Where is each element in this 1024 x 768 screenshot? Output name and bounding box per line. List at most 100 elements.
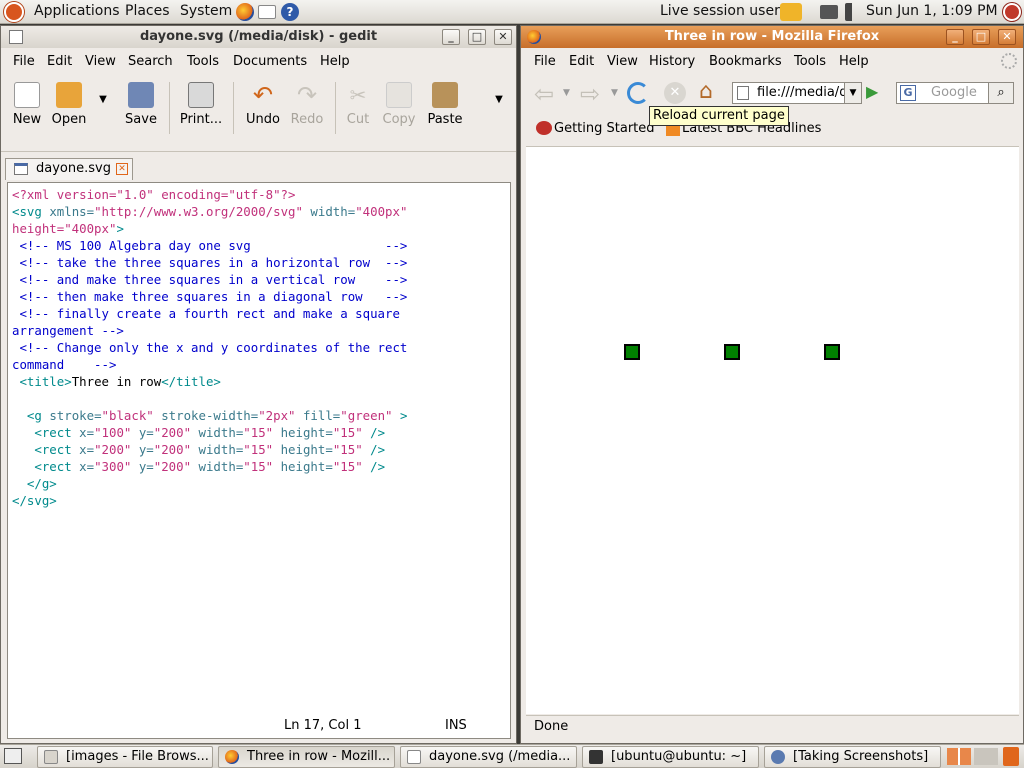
code-line[interactable]: <rect x="300" y="200" width="15" height=… bbox=[12, 458, 510, 475]
ubuntu-logo-icon[interactable] bbox=[4, 2, 24, 22]
stop-icon[interactable]: ✕ bbox=[664, 82, 686, 104]
workspace-switcher[interactable] bbox=[947, 748, 971, 765]
open-recent-dropdown[interactable]: ▼ bbox=[95, 94, 111, 114]
code-token: width= bbox=[310, 204, 356, 219]
session-user-label[interactable]: Live session user bbox=[660, 3, 780, 19]
menu-help[interactable]: Help bbox=[320, 54, 350, 69]
code-token: "400px" bbox=[355, 204, 408, 219]
url-bar[interactable]: file:///media/d bbox=[732, 82, 862, 104]
code-line[interactable]: <!-- then make three squares in a diagon… bbox=[12, 288, 510, 305]
code-line[interactable]: <!-- finally create a fourth rect and ma… bbox=[12, 305, 510, 322]
code-line[interactable]: arrangement --> bbox=[12, 322, 510, 339]
menu-view[interactable]: View bbox=[85, 54, 116, 69]
code-line[interactable]: <?xml version="1.0" encoding="utf-8"?> bbox=[12, 186, 510, 203]
code-token: /> bbox=[370, 442, 386, 457]
task-firefox[interactable]: Three in row - Mozill... bbox=[218, 746, 395, 768]
tab-close-icon[interactable]: ✕ bbox=[116, 163, 128, 175]
code-line[interactable]: <svg xmlns="http://www.w3.org/2000/svg" … bbox=[12, 203, 510, 220]
shutdown-icon[interactable] bbox=[1003, 3, 1021, 21]
code-token: xmlns= bbox=[49, 204, 95, 219]
code-line[interactable]: </svg> bbox=[12, 492, 510, 509]
menu-file[interactable]: File bbox=[534, 54, 556, 69]
code-token: <!-- finally create a fourth rect and ma… bbox=[12, 306, 400, 321]
menu-documents[interactable]: Documents bbox=[233, 54, 307, 69]
firefox-launcher-icon[interactable] bbox=[236, 3, 254, 21]
cut-button[interactable]: ✂ Cut bbox=[341, 76, 375, 150]
menu-help[interactable]: Help bbox=[839, 54, 869, 69]
google-engine-icon[interactable]: G bbox=[900, 85, 916, 101]
code-line[interactable]: <title>Three in row</title> bbox=[12, 373, 510, 390]
code-token: fill= bbox=[302, 408, 341, 423]
menu-edit[interactable]: Edit bbox=[47, 54, 72, 69]
code-line[interactable]: <rect x="200" y="200" width="15" height=… bbox=[12, 441, 510, 458]
undo-button[interactable]: ↶ Undo bbox=[241, 76, 285, 150]
workspace-2[interactable] bbox=[974, 748, 998, 765]
copy-button[interactable]: Copy bbox=[379, 76, 419, 150]
print-button[interactable]: Print... bbox=[177, 76, 225, 150]
menu-tools[interactable]: Tools bbox=[794, 54, 826, 69]
url-dropdown-arrow[interactable]: ▼ bbox=[844, 82, 862, 104]
open-button[interactable]: Open bbox=[49, 76, 89, 150]
forward-arrow-icon[interactable]: ⇨ bbox=[580, 80, 600, 108]
task-screenshot[interactable]: [Taking Screenshots] bbox=[764, 746, 941, 768]
menu-file[interactable]: File bbox=[13, 54, 35, 69]
gedit-toolbar: New Open ▼ Save Print... ↶ Undo ↷ Redo ✂ Cu… bbox=[1, 74, 516, 152]
task-terminal[interactable]: [ubuntu@ubuntu: ~] bbox=[582, 746, 759, 768]
redo-button[interactable]: ↷ Redo bbox=[287, 76, 327, 150]
code-line[interactable] bbox=[12, 390, 510, 407]
code-editor[interactable]: <?xml version="1.0" encoding="utf-8"?> <s… bbox=[7, 182, 511, 739]
menu-tools[interactable]: Tools bbox=[187, 54, 219, 69]
mail-launcher-icon[interactable] bbox=[258, 5, 276, 19]
minimize-button[interactable]: _ bbox=[946, 29, 964, 45]
minimize-button[interactable]: _ bbox=[442, 29, 460, 45]
code-line[interactable]: <!-- and make three squares in a vertica… bbox=[12, 271, 510, 288]
system-menu[interactable]: System bbox=[180, 3, 232, 19]
code-line[interactable]: <g stroke="black" stroke-width="2px" fil… bbox=[12, 407, 510, 424]
code-line[interactable]: height="400px"> bbox=[12, 220, 510, 237]
code-line[interactable]: <!-- take the three squares in a horizon… bbox=[12, 254, 510, 271]
back-history-dropdown[interactable]: ▼ bbox=[563, 88, 570, 98]
close-button[interactable]: ✕ bbox=[998, 29, 1016, 45]
search-magnifier-icon[interactable]: ⌕ bbox=[988, 82, 1014, 104]
bookmark-getting-started[interactable]: Getting Started bbox=[554, 121, 655, 136]
back-arrow-icon[interactable]: ⇦ bbox=[534, 80, 554, 108]
maximize-button[interactable]: □ bbox=[468, 29, 486, 45]
gedit-titlebar[interactable]: dayone.svg (/media/disk) - gedit _ □ ✕ bbox=[1, 26, 516, 48]
volume-icon[interactable] bbox=[845, 3, 863, 21]
trash-icon[interactable] bbox=[1003, 747, 1019, 766]
places-menu[interactable]: Places bbox=[125, 3, 170, 19]
toolbar-overflow-arrow[interactable]: ▼ bbox=[491, 94, 507, 114]
reload-icon[interactable] bbox=[627, 82, 649, 104]
task-file-browser[interactable]: [images - File Brows... bbox=[37, 746, 213, 768]
task-gedit[interactable]: dayone.svg (/media... bbox=[400, 746, 577, 768]
code-line[interactable]: <!-- Change only the x and y coordinates… bbox=[12, 339, 510, 356]
menu-edit[interactable]: Edit bbox=[569, 54, 594, 69]
keys-icon[interactable] bbox=[780, 3, 802, 21]
network-icon[interactable] bbox=[820, 5, 838, 19]
close-button[interactable]: ✕ bbox=[494, 29, 512, 45]
clock[interactable]: Sun Jun 1, 1:09 PM bbox=[866, 3, 998, 19]
applications-menu[interactable]: Applications bbox=[34, 3, 120, 19]
save-button[interactable]: Save bbox=[119, 76, 163, 150]
code-token: arrangement --> bbox=[12, 323, 124, 338]
menu-bookmarks[interactable]: Bookmarks bbox=[709, 54, 782, 69]
code-line[interactable]: </g> bbox=[12, 475, 510, 492]
home-icon[interactable]: ⌂ bbox=[699, 80, 723, 104]
go-arrow-icon[interactable]: ▶ bbox=[866, 82, 878, 101]
maximize-button[interactable]: □ bbox=[972, 29, 990, 45]
code-line[interactable]: <rect x="100" y="200" width="15" height=… bbox=[12, 424, 510, 441]
forward-history-dropdown[interactable]: ▼ bbox=[611, 88, 618, 98]
menu-search[interactable]: Search bbox=[128, 54, 173, 69]
show-desktop-icon[interactable] bbox=[4, 748, 22, 764]
help-launcher-icon[interactable]: ? bbox=[281, 3, 299, 21]
menu-view[interactable]: View bbox=[607, 54, 638, 69]
new-button[interactable]: New bbox=[7, 76, 47, 150]
green-square-3 bbox=[824, 344, 840, 360]
paste-button[interactable]: Paste bbox=[423, 76, 467, 150]
code-line[interactable]: <!-- MS 100 Algebra day one svg --> bbox=[12, 237, 510, 254]
firefox-titlebar[interactable]: Three in row - Mozilla Firefox _ □ ✕ bbox=[521, 26, 1023, 48]
code-token: <!-- and make three squares in a vertica… bbox=[12, 272, 408, 287]
menu-history[interactable]: History bbox=[649, 54, 695, 69]
code-line[interactable]: command --> bbox=[12, 356, 510, 373]
tab-dayone-svg[interactable]: dayone.svg ✕ bbox=[5, 158, 133, 180]
